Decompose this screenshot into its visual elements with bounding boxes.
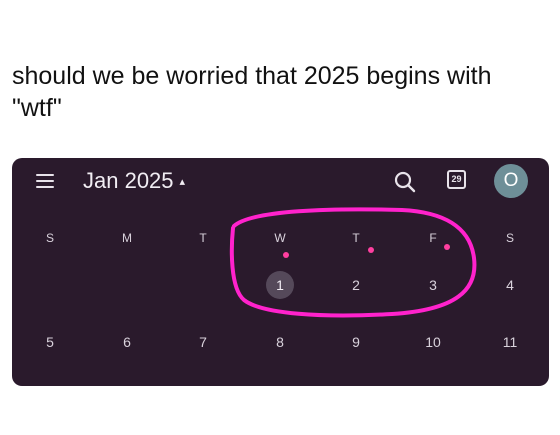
calendar-app: Jan 2025 ▴ 29 O S M T W T F S 1 2 3 4 5 … — [12, 158, 549, 386]
meme-caption: should we be worried that 2025 begins wi… — [12, 62, 492, 122]
annotation-circle — [229, 207, 477, 318]
